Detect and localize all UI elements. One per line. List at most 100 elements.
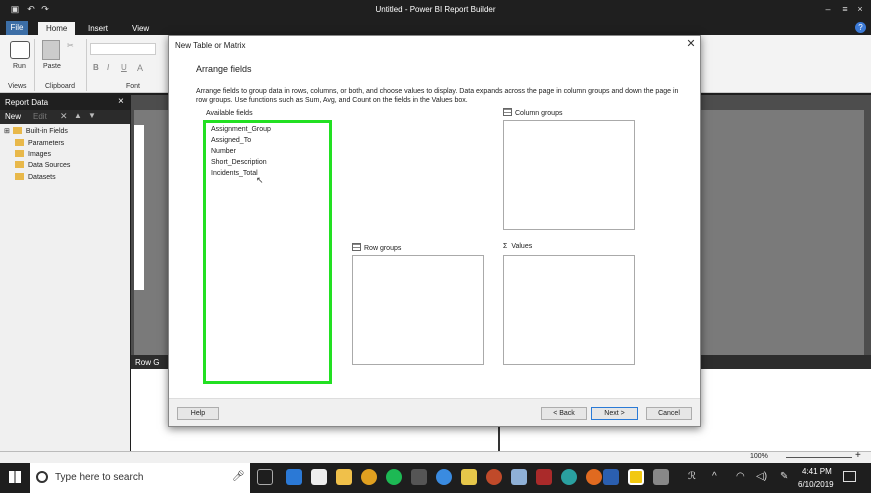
app-icon[interactable] (411, 469, 427, 485)
tree-item-label: Datasets (28, 174, 56, 181)
app-icon[interactable] (561, 469, 577, 485)
tab-view[interactable]: View (124, 22, 157, 36)
field-item[interactable]: Short_Description (211, 158, 267, 168)
clock-date[interactable]: 6/10/2019 (798, 480, 834, 489)
row-groups-pane-label: Row G (135, 358, 160, 367)
word-icon[interactable] (603, 469, 619, 485)
zoom-level: 100% (750, 453, 768, 460)
move-up-icon[interactable]: ▲ (74, 111, 82, 120)
font-color-button[interactable]: A (137, 63, 143, 73)
help-icon[interactable]: ? (855, 22, 866, 33)
report-data-toolbar: New Edit ✕ ▲ ▼ (0, 110, 130, 124)
wifi-icon[interactable]: ◠ (736, 471, 745, 482)
windows-start-icon[interactable] (9, 471, 21, 483)
paste-icon[interactable] (42, 40, 60, 60)
font-name-select[interactable] (90, 43, 156, 55)
app-icon[interactable] (486, 469, 502, 485)
available-fields-list[interactable]: Assignment_Group Assigned_To Number Shor… (203, 120, 332, 384)
folder-icon (12, 127, 22, 134)
mail-icon[interactable] (311, 469, 327, 485)
app-icon[interactable] (461, 469, 477, 485)
cancel-button[interactable]: Cancel (646, 407, 692, 420)
column-groups-text: Column groups (515, 110, 563, 117)
tab-file[interactable]: File (6, 21, 28, 35)
window-title: Untitled - Power BI Report Builder (375, 5, 496, 14)
grid-icon (352, 243, 361, 251)
new-button[interactable]: New (5, 112, 21, 121)
dialog-footer: Help < Back Next > Cancel (169, 398, 700, 426)
font-group-label: Font (126, 83, 141, 90)
run-label[interactable]: Run (13, 63, 26, 70)
folder-icon (15, 139, 24, 146)
dialog-title: New Table or Matrix (175, 41, 246, 50)
tab-home[interactable]: Home (38, 22, 76, 36)
restore-button[interactable]: ≡ (840, 4, 850, 14)
underline-button[interactable]: U (121, 63, 127, 72)
tab-insert[interactable]: Insert (80, 22, 116, 36)
edge-icon[interactable] (286, 469, 302, 485)
tree-item-images[interactable]: Images (15, 149, 51, 160)
move-down-icon[interactable]: ▼ (88, 111, 96, 120)
app-icon[interactable] (653, 469, 669, 485)
paste-label[interactable]: Paste (43, 63, 61, 70)
clock-time[interactable]: 4:41 PM (802, 467, 832, 476)
back-button[interactable]: < Back (541, 407, 587, 420)
zoom-slider[interactable] (786, 457, 852, 458)
field-item[interactable]: Number (211, 147, 236, 157)
explorer-icon[interactable] (336, 469, 352, 485)
field-item[interactable]: Incidents_Total (211, 169, 258, 179)
chrome-icon[interactable] (361, 469, 377, 485)
italic-button[interactable]: I (107, 63, 109, 72)
microphone-icon[interactable]: 🎤︎ (232, 471, 245, 482)
values-text: Values (511, 243, 533, 250)
search-icon (36, 471, 48, 483)
taskbar-search[interactable]: Type here to search 🎤︎ (30, 463, 250, 493)
report-data-header: Report Data × (0, 95, 130, 110)
app-icon[interactable] (436, 469, 452, 485)
pane-close-icon[interactable]: × (118, 96, 124, 107)
grid-icon (503, 108, 512, 116)
values-label: Σ Values (503, 243, 532, 250)
field-item[interactable]: Assignment_Group (211, 125, 271, 135)
expand-icon[interactable]: ⊞ (4, 128, 10, 135)
tree-item-datasets[interactable]: Datasets (15, 172, 56, 183)
bold-button[interactable]: B (93, 63, 99, 72)
close-button[interactable]: × (855, 4, 865, 14)
task-view-icon[interactable] (257, 469, 273, 485)
help-button[interactable]: Help (177, 407, 219, 420)
app-icon[interactable] (511, 469, 527, 485)
volume-icon[interactable]: ◁) (756, 471, 767, 482)
zoom-in-icon[interactable]: + (855, 450, 861, 461)
run-icon[interactable] (10, 41, 30, 59)
tree-item-parameters[interactable]: Parameters (15, 138, 64, 149)
dialog-heading: Arrange fields (196, 64, 252, 74)
dialog-description: Arrange fields to group data in rows, co… (196, 88, 679, 104)
minimize-button[interactable]: – (823, 4, 833, 14)
firefox-icon[interactable] (586, 469, 602, 485)
mouse-cursor-icon: ↖ (256, 175, 264, 185)
tree-item-builtin[interactable]: ⊞ Built-in Fields (4, 126, 68, 137)
delete-icon[interactable]: ✕ (60, 111, 68, 122)
field-item[interactable]: Assigned_To (211, 136, 251, 146)
notifications-icon[interactable] (843, 471, 856, 482)
chevron-up-icon[interactable]: ^ (712, 471, 717, 482)
status-bar: 100% + (0, 450, 871, 463)
spotify-icon[interactable] (386, 469, 402, 485)
next-button[interactable]: Next > (591, 407, 638, 420)
column-groups-box[interactable] (503, 120, 635, 230)
cut-icon[interactable]: ✂ (67, 41, 77, 50)
tree-item-datasources[interactable]: Data Sources (15, 160, 70, 171)
row-groups-box[interactable] (352, 255, 484, 365)
people-icon[interactable]: ℛ (688, 471, 696, 482)
report-builder-icon[interactable] (628, 469, 644, 485)
app-icon[interactable] (536, 469, 552, 485)
sigma-icon: Σ (503, 243, 508, 250)
values-box[interactable] (503, 255, 635, 365)
clipboard-group-label: Clipboard (45, 83, 75, 90)
pen-icon[interactable]: ✎ (780, 471, 788, 482)
tree-item-label: Built-in Fields (25, 128, 68, 135)
dialog-close-button[interactable]: ✕ (685, 38, 697, 50)
available-fields-label: Available fields (206, 110, 253, 117)
views-group-label: Views (8, 83, 27, 90)
edit-button[interactable]: Edit (33, 112, 47, 121)
